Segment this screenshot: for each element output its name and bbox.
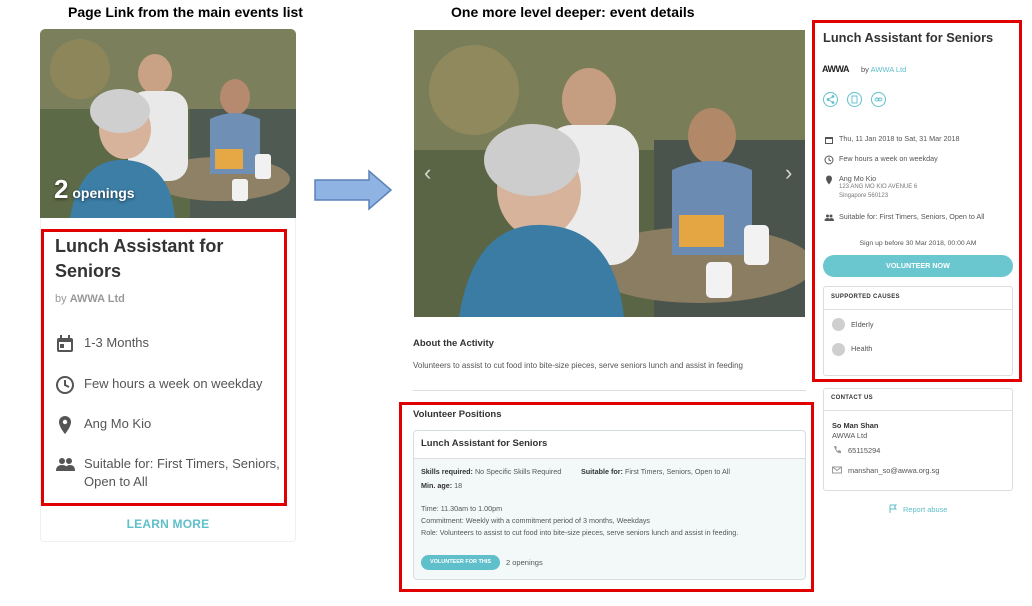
caption-left: Page Link from the main events list	[68, 4, 303, 20]
position-suitable-line: Suitable for: First Timers, Seniors, Ope…	[581, 467, 730, 476]
flag-icon	[889, 504, 897, 513]
sidebar-address-line1: 123 ANG MO KIO AVENUE 6	[839, 184, 918, 190]
min-age-value: 18	[454, 481, 463, 490]
caption-right: One more level deeper: event details	[451, 4, 695, 20]
event-hero-photo	[414, 30, 805, 317]
sidebar-suitable: Suitable for: First Timers, Seniors, Ope…	[839, 212, 985, 221]
sidebar-organizer: by AWWA Ltd	[861, 65, 906, 74]
volunteer-for-this-button[interactable]: VOLUNTEER FOR THIS	[421, 555, 500, 570]
position-suitable-label: Suitable for:	[581, 467, 623, 476]
contact-email-row: manshan_so@awwa.org.sg	[832, 465, 939, 475]
sidebar-location-name: Ang Mo Kio	[839, 174, 877, 183]
cause-elderly[interactable]: Elderly	[851, 320, 874, 329]
organizer-name[interactable]: AWWA Ltd	[70, 293, 125, 305]
people-icon	[56, 458, 75, 471]
volunteer-now-button[interactable]: VOLUNTEER NOW	[823, 255, 1013, 277]
location-text: Ang Mo Kio	[84, 416, 152, 431]
supported-causes-heading: SUPPORTED CAUSES	[831, 294, 900, 300]
event-title[interactable]: Lunch Assistant for Seniors	[55, 234, 255, 284]
link-icon[interactable]	[871, 92, 886, 107]
elderly-icon	[832, 318, 845, 331]
openings-label: openings	[72, 185, 135, 201]
frequency-row: Few hours a week on weekday	[55, 375, 262, 395]
report-abuse-link[interactable]: Report abuse	[888, 504, 947, 514]
calendar-icon	[57, 335, 73, 352]
email-icon	[832, 466, 842, 474]
sidebar-dates: Thu, 11 Jan 2018 to Sat, 31 Mar 2018	[839, 134, 960, 143]
right-arrow-icon	[314, 169, 393, 211]
people-icon	[824, 214, 834, 221]
sidebar-by-prefix: by	[861, 65, 869, 74]
share-icon[interactable]	[823, 92, 838, 107]
time-line: Time: 11.30am to 1.00pm	[421, 504, 503, 513]
sidebar-dates-row: Thu, 11 Jan 2018 to Sat, 31 Mar 2018	[824, 134, 960, 145]
by-prefix: by	[55, 293, 67, 305]
clock-icon	[56, 376, 74, 394]
position-openings: 2 openings	[506, 558, 543, 567]
about-text: Volunteers to assist to cut food into bi…	[413, 361, 743, 370]
sidebar-suitable-row: Suitable for: First Timers, Seniors, Ope…	[824, 212, 984, 223]
contact-divider	[823, 410, 1013, 411]
openings-overlay: 2 openings	[54, 174, 135, 205]
carousel-next-icon[interactable]: ›	[785, 160, 792, 186]
contact-phone[interactable]: 65115294	[848, 446, 880, 455]
bookmark-icon[interactable]	[847, 92, 862, 107]
duration-text: 1-3 Months	[84, 335, 150, 350]
min-age-label: Min. age:	[421, 481, 453, 490]
contact-org: AWWA Ltd	[832, 431, 868, 440]
contact-name: So Man Shan	[832, 421, 879, 430]
location-pin-icon	[59, 416, 71, 434]
section-divider	[413, 390, 806, 391]
carousel-prev-icon[interactable]: ‹	[424, 160, 431, 186]
cause-health[interactable]: Health	[851, 344, 872, 353]
min-age-line: Min. age: 18	[421, 481, 462, 490]
phone-icon	[834, 446, 841, 454]
sidebar-location-row: Ang Mo Kio 123 ANG MO KIO AVENUE 6 Singa…	[824, 174, 917, 201]
skills-label: Skills required:	[421, 467, 473, 476]
event-organizer: by AWWA Ltd	[55, 293, 125, 305]
skills-line: Skills required: No Specific Skills Requ…	[421, 467, 561, 476]
duration-row: 1-3 Months	[55, 334, 149, 354]
commitment-line: Commitment: Weekly with a commitment per…	[421, 516, 651, 525]
location-pin-icon	[826, 175, 832, 185]
causes-divider	[823, 309, 1013, 310]
awwa-logo[interactable]: AWWA	[822, 64, 850, 74]
clock-icon	[824, 155, 834, 165]
location-row: Ang Mo Kio	[55, 415, 151, 435]
sidebar-address-line2: Singapore 560123	[839, 193, 889, 199]
frequency-text: Few hours a week on weekday	[84, 376, 263, 391]
contact-phone-row: 65115294	[832, 445, 880, 455]
suitable-row: Suitable for: First Timers, Seniors, Ope…	[55, 455, 280, 491]
health-icon	[832, 343, 845, 356]
skills-value: No Specific Skills Required	[474, 467, 562, 476]
learn-more-link[interactable]: LEARN MORE	[40, 517, 296, 531]
position-title: Lunch Assistant for Seniors	[421, 438, 548, 449]
suitable-text: Suitable for: First Timers, Seniors, Ope…	[84, 456, 280, 489]
role-line: Role: Volunteers to assist to cut food i…	[421, 528, 739, 537]
contact-email[interactable]: manshan_so@awwa.org.sg	[848, 466, 939, 475]
sidebar-organizer-link[interactable]: AWWA Ltd	[871, 65, 907, 74]
about-heading: About the Activity	[413, 338, 494, 349]
openings-number: 2	[54, 174, 69, 204]
sidebar-title: Lunch Assistant for Seniors	[823, 30, 994, 45]
calendar-icon	[825, 137, 833, 144]
report-abuse-label[interactable]: Report abuse	[903, 505, 947, 514]
sidebar-location: Ang Mo Kio 123 ANG MO KIO AVENUE 6 Singa…	[839, 174, 917, 201]
sidebar-frequency: Few hours a week on weekday	[839, 154, 938, 163]
signup-deadline: Sign up before 30 Mar 2018, 00:00 AM	[859, 240, 977, 247]
sidebar-frequency-row: Few hours a week on weekday	[824, 154, 938, 165]
position-suitable-value: First Timers, Seniors, Open to All	[624, 467, 730, 476]
positions-heading: Volunteer Positions	[413, 409, 502, 420]
contact-us-heading: CONTACT US	[831, 395, 873, 401]
